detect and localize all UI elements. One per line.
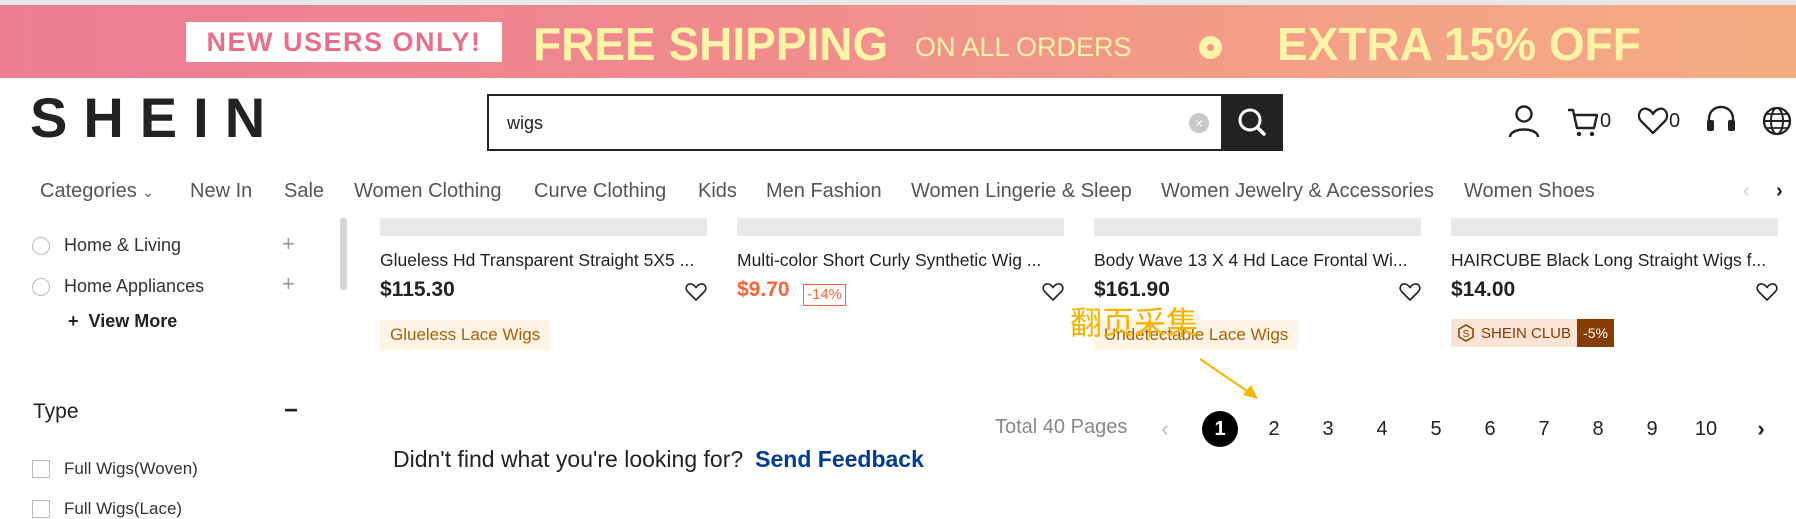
promo-free-shipping: FREE SHIPPING <box>533 18 889 70</box>
globe-icon <box>1762 106 1792 136</box>
headset-icon <box>1707 105 1735 131</box>
prev-page-icon[interactable]: ‹ <box>1153 411 1177 447</box>
product-title[interactable]: HAIRCUBE Black Long Straight Wigs f... <box>1451 250 1778 271</box>
product-image[interactable] <box>380 218 707 236</box>
wishlist-heart-icon[interactable] <box>1042 282 1064 302</box>
cart-count: 0 <box>1600 109 1612 132</box>
checkbox[interactable] <box>32 500 50 518</box>
cart-button[interactable]: 0 <box>1566 103 1611 139</box>
nav-curve-clothing[interactable]: Curve Clothing <box>534 172 666 210</box>
chevron-down-icon: ⌄ <box>142 184 155 200</box>
promo-banner[interactable]: NEW USERS ONLY! FREE SHIPPING ON ALL ORD… <box>0 0 1796 78</box>
svg-text:S: S <box>1463 329 1470 340</box>
search-icon <box>1238 108 1266 136</box>
page-2[interactable]: 2 <box>1256 411 1292 447</box>
product-title[interactable]: Multi-color Short Curly Synthetic Wig ..… <box>737 250 1064 271</box>
product-card[interactable]: Glueless Hd Transparent Straight 5X5 ...… <box>380 218 707 350</box>
type-heading[interactable]: Type <box>33 400 79 424</box>
search-input[interactable] <box>507 108 1157 138</box>
search-bar: × <box>487 94 1283 151</box>
feedback-question: Didn't find what you're looking for? <box>393 446 744 472</box>
logo[interactable]: SHEIN <box>30 90 281 146</box>
product-image[interactable] <box>1451 218 1778 236</box>
type-option[interactable]: Full Wigs(Lace) <box>32 499 182 519</box>
expand-plus-icon[interactable]: + <box>282 233 295 255</box>
collapse-minus-icon[interactable]: − <box>284 397 298 425</box>
support-button[interactable] <box>1705 103 1737 139</box>
discount-badge: -14% <box>803 284 847 306</box>
page-1[interactable]: 1 <box>1202 411 1238 447</box>
category-home-appliances[interactable]: Home Appliances <box>32 276 204 297</box>
total-pages: Total 40 Pages <box>995 416 1128 438</box>
nav-women-lingerie[interactable]: Women Lingerie & Sleep <box>911 172 1132 210</box>
radio[interactable] <box>32 236 50 255</box>
product-title[interactable]: Glueless Hd Transparent Straight 5X5 ... <box>380 250 707 271</box>
product-image[interactable] <box>737 218 1064 236</box>
annotation-arrow-icon <box>1199 358 1258 399</box>
nav-prev-icon[interactable]: ‹ <box>1743 180 1750 202</box>
main-nav: Categories ⌄ New In Sale Women Clothing … <box>0 172 1796 210</box>
club-discount: -5% <box>1577 319 1614 347</box>
wishlist-heart-icon[interactable] <box>685 282 707 302</box>
nav-kids[interactable]: Kids <box>698 172 737 210</box>
product-price: $9.70 <box>737 278 790 301</box>
page-8[interactable]: 8 <box>1580 411 1616 447</box>
dot-icon <box>1199 36 1222 59</box>
promo-on-all-orders: ON ALL ORDERS <box>915 32 1132 62</box>
nav-men-fashion[interactable]: Men Fashion <box>766 172 882 210</box>
type-option[interactable]: Full Wigs(Woven) <box>32 459 198 479</box>
wishlist-button[interactable]: 0 <box>1637 103 1680 139</box>
wishlist-heart-icon[interactable] <box>1756 282 1778 302</box>
account-button[interactable] <box>1507 103 1541 139</box>
product-image[interactable] <box>1094 218 1421 236</box>
nav-categories[interactable]: Categories ⌄ <box>40 172 154 211</box>
product-price: $14.00 <box>1451 278 1516 301</box>
page-3[interactable]: 3 <box>1310 411 1346 447</box>
nav-next-icon[interactable]: › <box>1776 180 1783 202</box>
nav-women-jewelry[interactable]: Women Jewelry & Accessories <box>1161 172 1434 210</box>
product-card[interactable]: Multi-color Short Curly Synthetic Wig ..… <box>737 218 1064 306</box>
product-price: $115.30 <box>380 278 455 301</box>
promo-new-users: NEW USERS ONLY! <box>186 22 502 62</box>
sidebar-scrollbar[interactable] <box>340 218 347 290</box>
wishlist-heart-icon[interactable] <box>1399 282 1421 302</box>
search-button[interactable] <box>1221 94 1283 151</box>
page-4[interactable]: 4 <box>1364 411 1400 447</box>
heart-icon <box>1637 107 1669 135</box>
user-icon <box>1508 105 1540 138</box>
cart-icon <box>1568 108 1599 137</box>
product-title[interactable]: Body Wave 13 X 4 Hd Lace Frontal Wi... <box>1094 250 1421 271</box>
page-7[interactable]: 7 <box>1526 411 1562 447</box>
page-5[interactable]: 5 <box>1418 411 1454 447</box>
product-card[interactable]: HAIRCUBE Black Long Straight Wigs f... $… <box>1451 218 1778 347</box>
view-more-link[interactable]: + View More <box>68 311 177 332</box>
checkbox[interactable] <box>32 460 50 478</box>
nav-women-clothing[interactable]: Women Clothing <box>354 172 501 210</box>
wishlist-count: 0 <box>1669 109 1681 132</box>
nav-sale[interactable]: Sale <box>284 172 324 210</box>
next-page-icon[interactable]: › <box>1749 411 1773 447</box>
feedback-prompt: Didn't find what you're looking for? Send… <box>393 446 924 473</box>
language-button[interactable] <box>1761 103 1793 139</box>
page-10[interactable]: 10 <box>1688 411 1724 447</box>
clear-icon[interactable]: × <box>1189 113 1209 133</box>
page-9[interactable]: 9 <box>1634 411 1670 447</box>
product-card[interactable]: Body Wave 13 X 4 Hd Lace Frontal Wi... $… <box>1094 218 1421 350</box>
nav-women-shoes[interactable]: Women Shoes <box>1464 172 1595 210</box>
annotation-text: 翻页采集 <box>1070 304 1199 342</box>
shein-club-logo-icon: S <box>1458 324 1474 342</box>
nav-new-in[interactable]: New In <box>190 172 252 210</box>
product-tag[interactable]: Glueless Lace Wigs <box>380 320 551 350</box>
expand-plus-icon[interactable]: + <box>282 273 295 295</box>
shein-club-badge: S SHEIN CLUB -5% <box>1451 319 1614 347</box>
send-feedback-link[interactable]: Send Feedback <box>755 446 924 472</box>
radio[interactable] <box>32 277 50 296</box>
page-6[interactable]: 6 <box>1472 411 1508 447</box>
shein-club-label: SHEIN CLUB <box>1481 324 1572 342</box>
category-home-living[interactable]: Home & Living <box>32 235 181 256</box>
promo-extra-off: EXTRA 15% OFF <box>1277 18 1641 70</box>
